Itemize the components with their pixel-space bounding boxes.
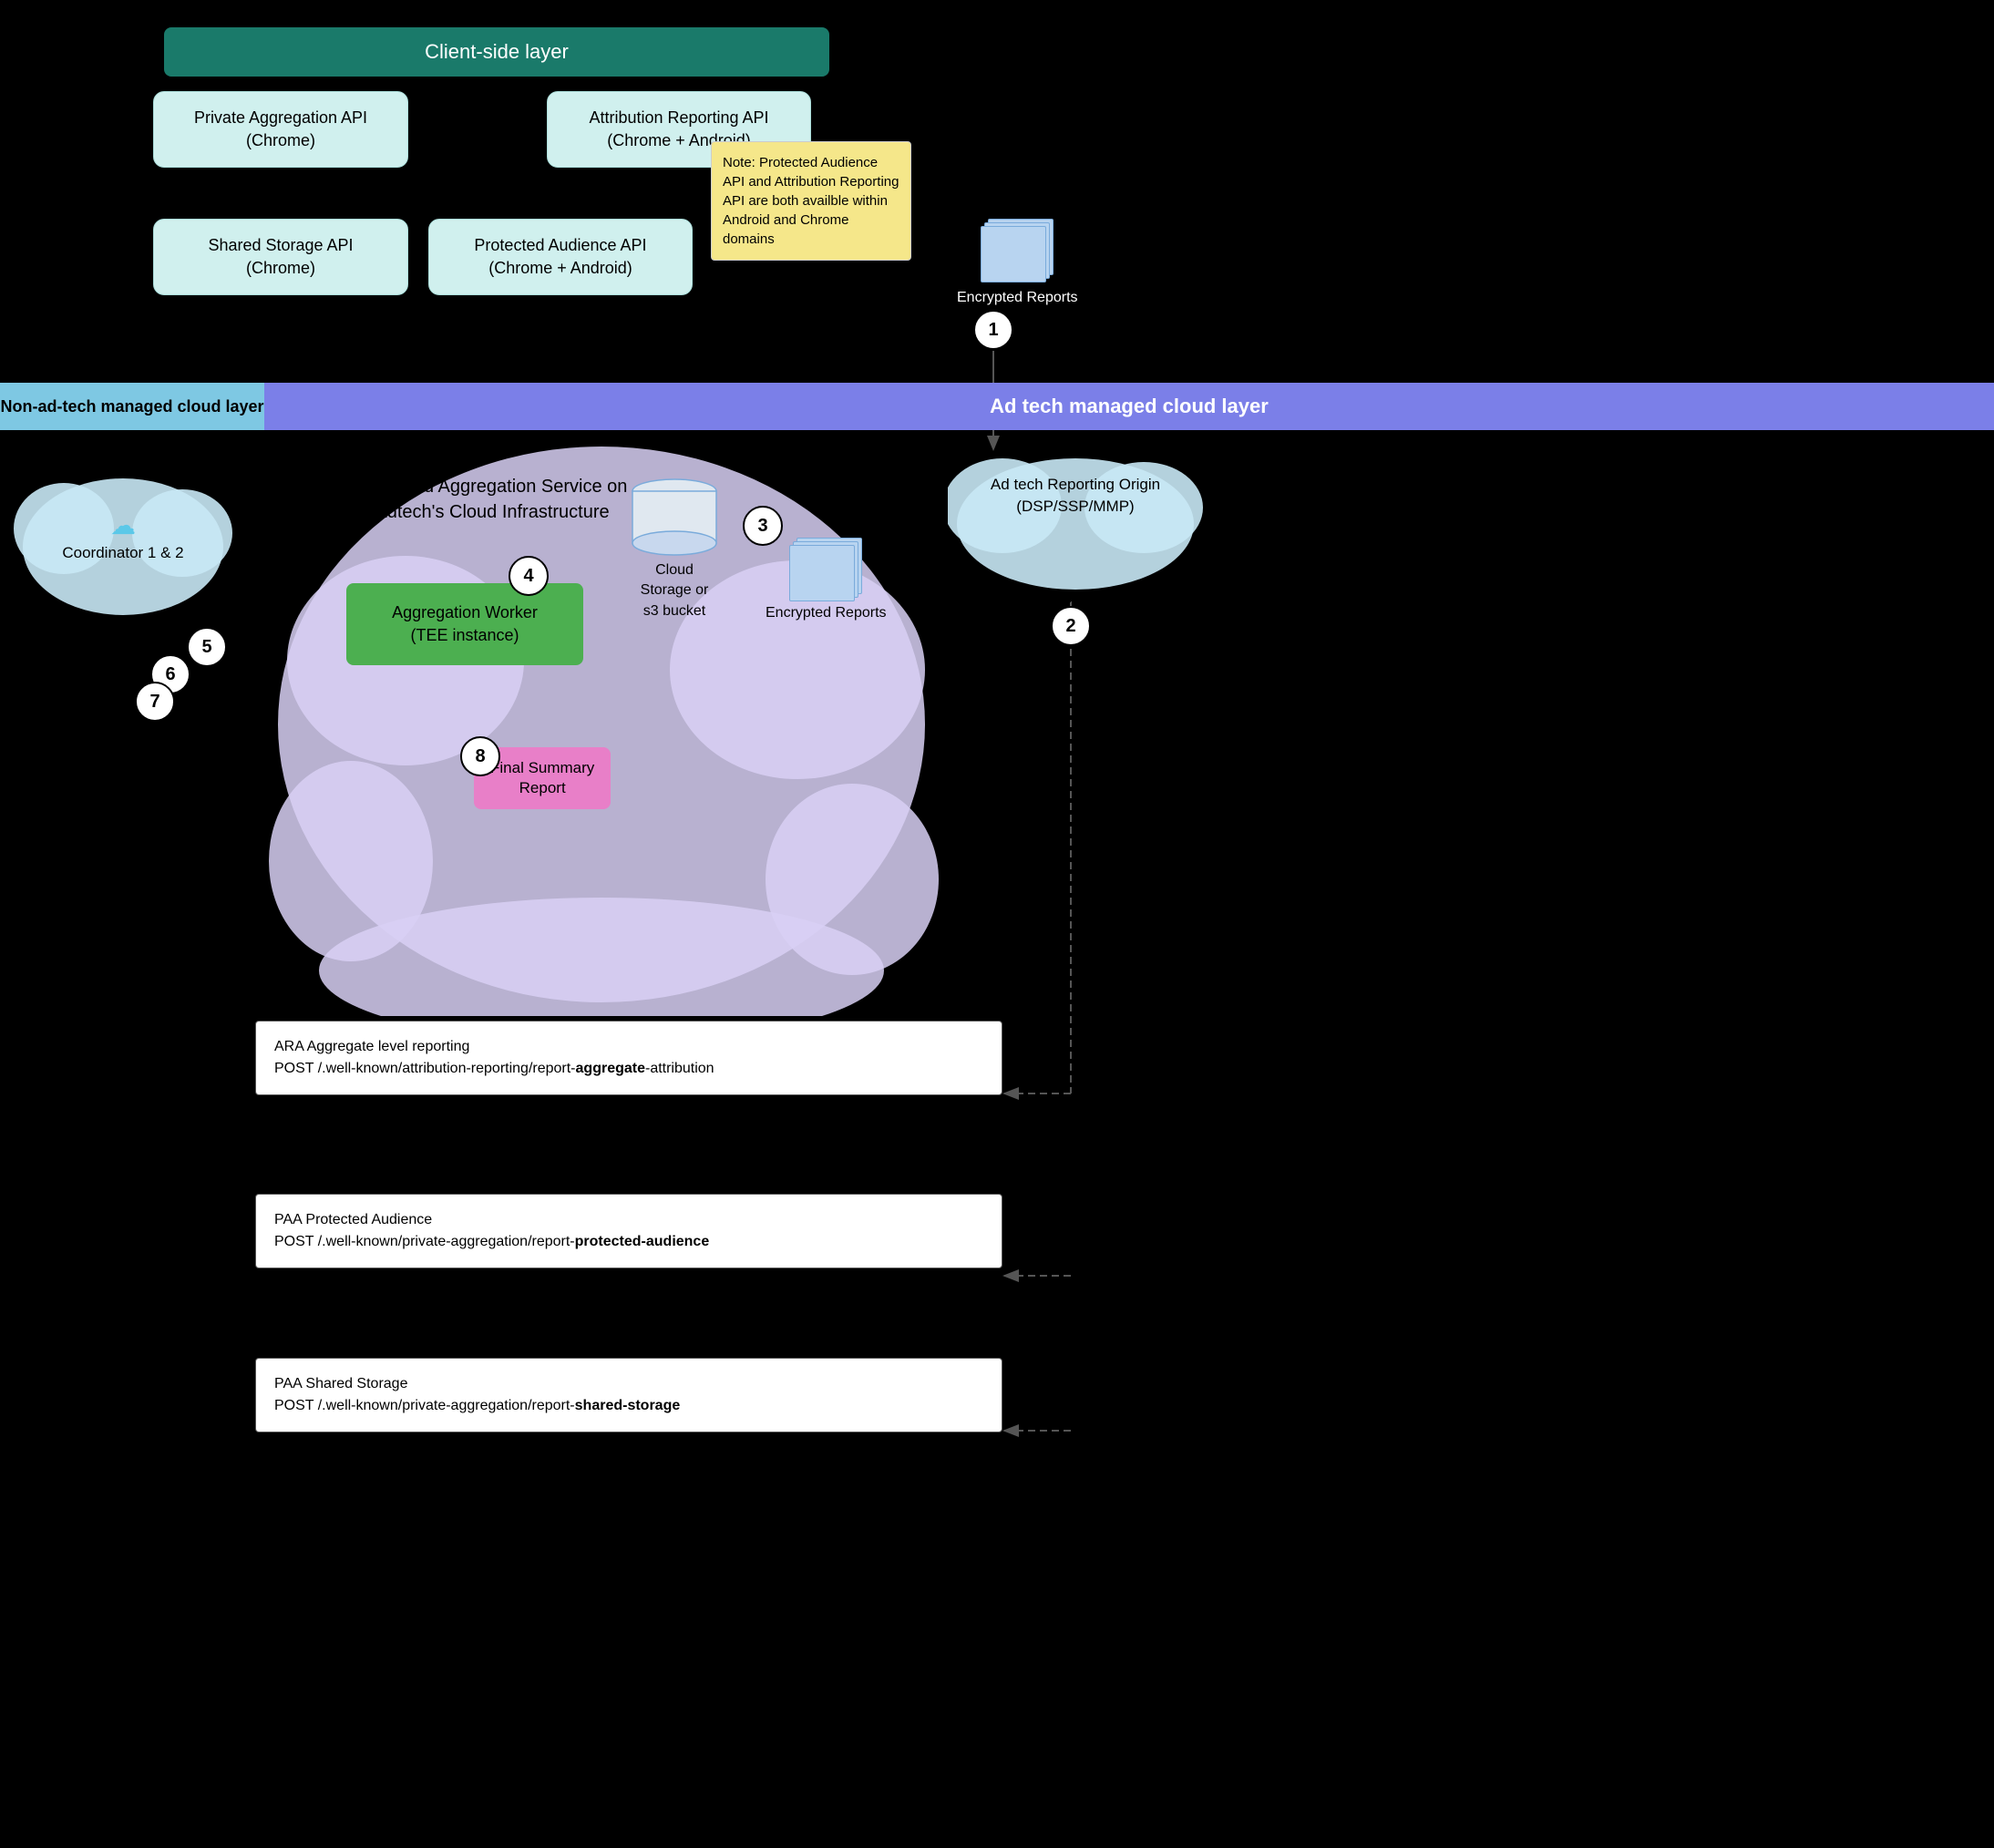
step-1-badge: 1 — [973, 310, 1013, 350]
encrypted-reports-top: Encrypted Reports — [957, 219, 1078, 306]
step-8-badge: 8 — [460, 736, 500, 776]
cylinder-svg — [629, 478, 720, 556]
non-ad-tech-bar: Non-ad-tech managed cloud layer — [0, 383, 264, 430]
private-aggregation-api-box: Private Aggregation API (Chrome) — [153, 91, 408, 168]
ara-line2: POST /.well-known/attribution-reporting/… — [274, 1058, 983, 1080]
paa-shared-line1: PAA Shared Storage — [274, 1373, 983, 1395]
paa-protected-box: PAA Protected Audience POST /.well-known… — [255, 1194, 1002, 1268]
layers-row: Non-ad-tech managed cloud layer Ad tech … — [0, 383, 1994, 430]
coordinator-content: ☁ Coordinator 1 & 2 — [14, 510, 232, 562]
ara-line1: ARA Aggregate level reporting — [274, 1036, 983, 1058]
step-2-badge: 2 — [1051, 606, 1091, 646]
encrypted-reports-mid-label: Encrypted Reports — [766, 605, 887, 621]
aggregation-worker-box: Aggregation Worker (TEE instance) — [346, 583, 583, 665]
ara-box: ARA Aggregate level reporting POST /.wel… — [255, 1021, 1002, 1095]
diagram-container: Client-side layer Private Aggregation AP… — [0, 0, 1994, 1848]
cloud-storage-label: Cloud Storage or s3 bucket — [601, 560, 747, 621]
paa-protected-line1: PAA Protected Audience — [274, 1209, 983, 1231]
encrypted-reports-mid: Encrypted Reports — [766, 538, 887, 621]
coordinator-cloud: ☁ Coordinator 1 & 2 — [14, 456, 232, 629]
encrypted-reports-top-label: Encrypted Reports — [957, 290, 1078, 306]
coordinator-icon: ☁ — [14, 510, 232, 540]
step-5-badge: 5 — [187, 627, 227, 667]
report-page-3 — [981, 226, 1046, 282]
report-page-mid-3 — [789, 545, 855, 601]
client-layer-bar: Client-side layer — [164, 27, 829, 77]
paa-shared-line2: POST /.well-known/private-aggregation/re… — [274, 1395, 983, 1417]
paa-protected-line2: POST /.well-known/private-aggregation/re… — [274, 1231, 983, 1253]
ad-tech-bar: Ad tech managed cloud layer — [264, 383, 1994, 430]
adtech-reporting-label: Ad tech Reporting Origin (DSP/SSP/MMP) — [948, 474, 1203, 518]
report-stack-top — [981, 219, 1054, 282]
paa-shared-box: PAA Shared Storage POST /.well-known/pri… — [255, 1358, 1002, 1432]
step-3-badge: 3 — [743, 506, 783, 546]
report-stack-mid — [789, 538, 862, 601]
adtech-reporting-cloud: Ad tech Reporting Origin (DSP/SSP/MMP) — [948, 433, 1203, 601]
step-4-badge: 4 — [509, 556, 549, 596]
deployed-service-label: Deployed Aggregation Service on Adtech's… — [355, 474, 629, 525]
note-box: Note: Protected Audience API and Attribu… — [711, 141, 911, 261]
coordinator-label: Coordinator 1 & 2 — [14, 544, 232, 562]
client-layer-label: Client-side layer — [425, 40, 569, 63]
shared-storage-api-box: Shared Storage API (Chrome) — [153, 219, 408, 295]
protected-audience-api-box: Protected Audience API (Chrome + Android… — [428, 219, 693, 295]
step-7-badge: 7 — [135, 682, 175, 722]
